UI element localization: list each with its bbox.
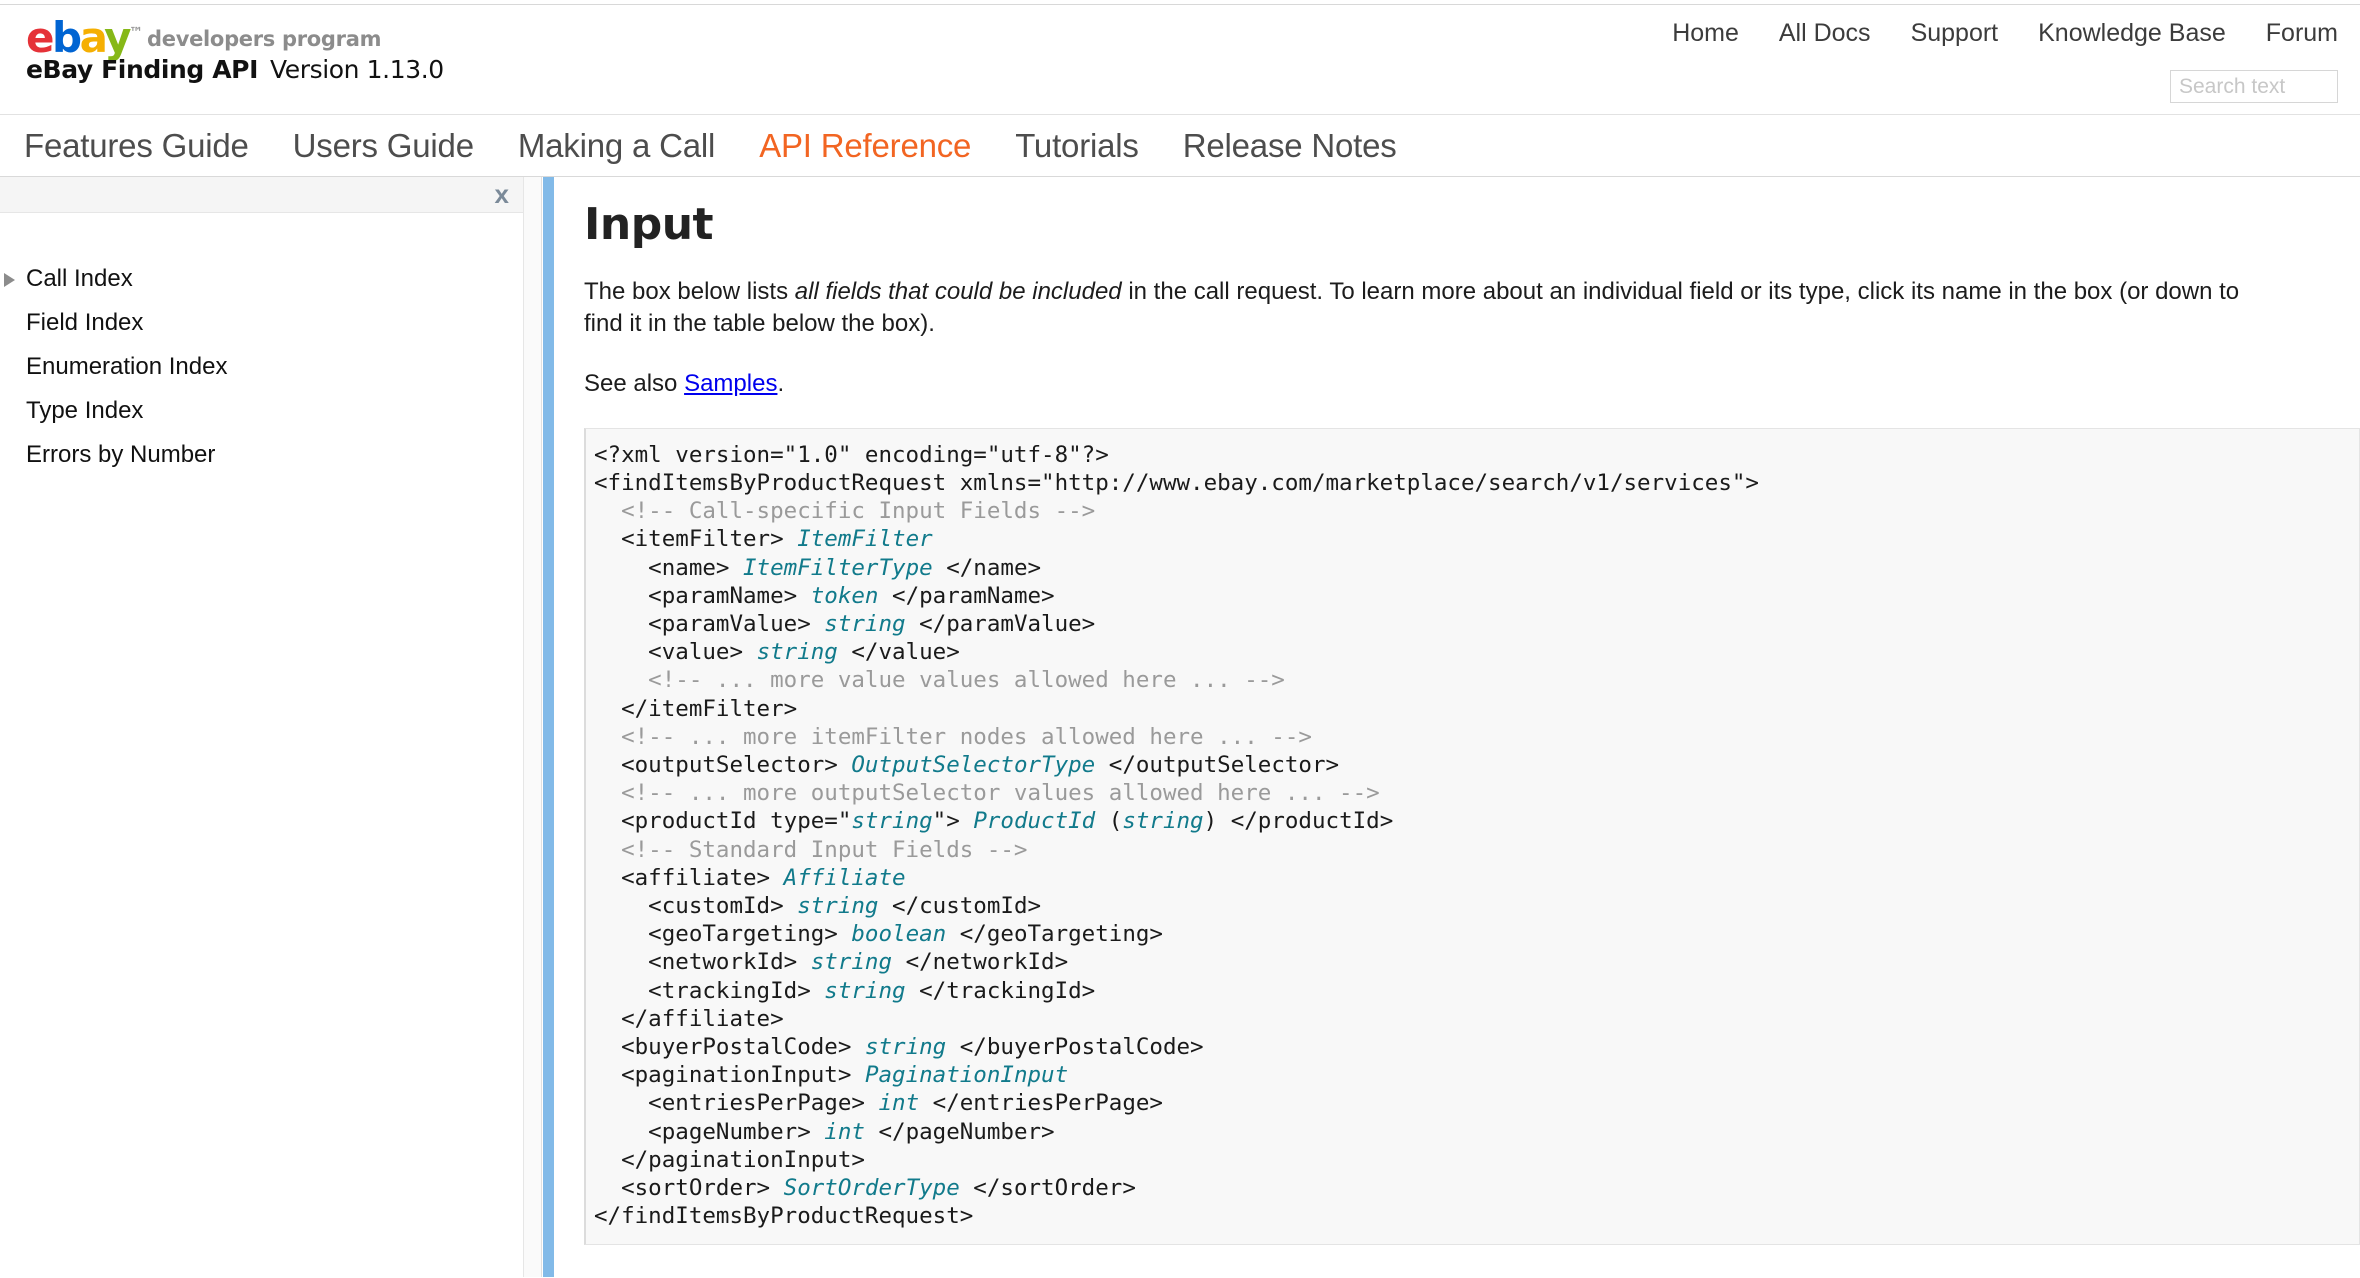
trademark-icon: ™ xyxy=(129,25,144,41)
utility-nav: Home All Docs Support Knowledge Base For… xyxy=(1672,19,2338,48)
samples-link[interactable]: Samples xyxy=(684,370,777,397)
search-input[interactable] xyxy=(2170,70,2338,103)
intro-paragraph: The box below lists all fields that coul… xyxy=(584,276,2284,340)
see-also-paragraph: See also Samples. xyxy=(584,368,2284,400)
sidebar-item-label: Enumeration Index xyxy=(26,353,228,380)
sidebar-item-errors-by-number[interactable]: Errors by Number xyxy=(0,433,523,477)
api-name: eBay Finding API xyxy=(26,55,258,84)
util-link-support[interactable]: Support xyxy=(1911,19,1999,48)
sidebar-splitter xyxy=(524,177,556,1277)
api-title-row: eBay Finding API Version 1.13.0 xyxy=(26,55,444,84)
sidebar-item-label: Call Index xyxy=(26,265,133,292)
splitter-drag-handle[interactable] xyxy=(543,177,554,1277)
sidebar-nav: Call Index Field Index Enumeration Index… xyxy=(0,213,523,477)
main-inner: Input The box below lists all fields tha… xyxy=(556,199,2360,1277)
sidebar-item-label: Field Index xyxy=(26,309,144,336)
util-link-knowledge-base[interactable]: Knowledge Base xyxy=(2038,19,2226,48)
brand-block: ebay™ developers program eBay Finding API… xyxy=(26,17,444,85)
page-title: Input xyxy=(584,199,714,250)
tab-tutorials[interactable]: Tutorials xyxy=(1015,127,1139,165)
util-link-forum[interactable]: Forum xyxy=(2266,19,2338,48)
sidebar-item-label: Errors by Number xyxy=(26,441,216,468)
util-link-all-docs[interactable]: All Docs xyxy=(1779,19,1871,48)
ebay-logo[interactable]: ebay™ xyxy=(26,17,143,59)
tab-api-reference[interactable]: API Reference xyxy=(759,127,971,165)
sidebar-item-field-index[interactable]: Field Index xyxy=(0,301,523,345)
xml-request-code-block: <?xml version="1.0" encoding="utf-8"?> <… xyxy=(584,427,2360,1246)
tab-features-guide[interactable]: Features Guide xyxy=(24,127,249,165)
see-also-label: See also xyxy=(584,369,685,397)
tab-users-guide[interactable]: Users Guide xyxy=(293,127,474,165)
api-version: Version 1.13.0 xyxy=(270,55,444,84)
intro-text-a: The box below lists xyxy=(584,278,795,305)
sidebar-header: x xyxy=(0,177,523,213)
tab-release-notes[interactable]: Release Notes xyxy=(1183,127,1397,165)
sidebar: x Call Index Field Index Enumeration Ind… xyxy=(0,177,524,1277)
tab-making-a-call[interactable]: Making a Call xyxy=(518,127,716,165)
section-tab-bar: Features Guide Users Guide Making a Call… xyxy=(0,115,2360,177)
sidebar-item-call-index[interactable]: Call Index xyxy=(0,257,523,301)
main-content: Input The box below lists all fields tha… xyxy=(556,177,2360,1277)
util-link-home[interactable]: Home xyxy=(1672,19,1739,48)
close-icon[interactable]: x xyxy=(495,179,509,210)
chevron-right-icon xyxy=(4,273,15,287)
body-area: x Call Index Field Index Enumeration Ind… xyxy=(0,177,2360,1277)
sidebar-item-enumeration-index[interactable]: Enumeration Index xyxy=(0,345,523,389)
search-box xyxy=(2170,70,2338,103)
sidebar-item-type-index[interactable]: Type Index xyxy=(0,389,523,433)
masthead: ebay™ developers program eBay Finding API… xyxy=(0,5,2360,115)
splitter-track xyxy=(524,177,542,1277)
see-also-period: . xyxy=(777,369,785,397)
sidebar-item-label: Type Index xyxy=(26,397,144,424)
intro-text-emphasis: all fields that could be included xyxy=(794,278,1122,305)
developers-program-label: developers program xyxy=(147,27,382,51)
